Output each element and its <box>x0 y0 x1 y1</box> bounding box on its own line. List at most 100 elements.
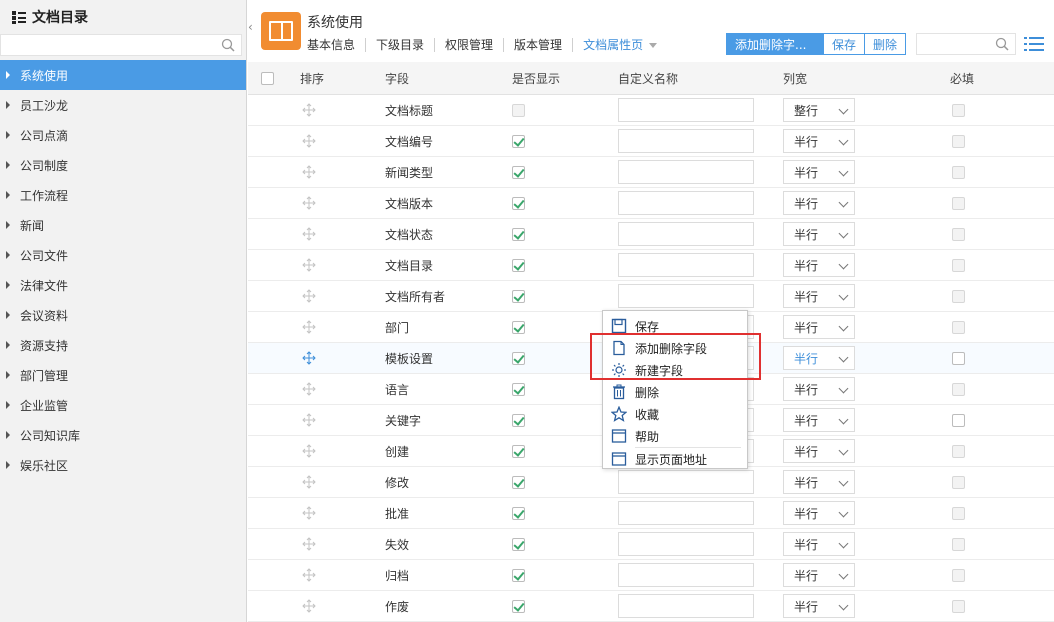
drag-move-icon[interactable] <box>302 537 316 551</box>
column-width-select[interactable]: 半行 <box>783 129 855 153</box>
column-width-select[interactable]: 半行 <box>783 377 855 401</box>
custom-name-input[interactable] <box>618 594 754 618</box>
drag-move-icon[interactable] <box>302 289 316 303</box>
show-checkbox[interactable] <box>512 196 525 210</box>
column-width-select[interactable]: 半行 <box>783 253 855 277</box>
column-width-select[interactable]: 半行 <box>783 191 855 215</box>
drag-move-icon[interactable] <box>302 103 316 117</box>
required-checkbox[interactable] <box>952 351 965 365</box>
sidebar-item[interactable]: 企业监管 <box>0 390 246 420</box>
drag-move-icon[interactable] <box>302 227 316 241</box>
tab[interactable]: 下级目录 <box>365 38 434 52</box>
sidebar-item[interactable]: 公司知识库 <box>0 420 246 450</box>
show-checkbox[interactable] <box>512 537 525 551</box>
column-width-select[interactable]: 半行 <box>783 470 855 494</box>
custom-name-input[interactable] <box>618 563 754 587</box>
required-checkbox[interactable] <box>952 413 965 427</box>
sidebar-item[interactable]: 公司制度 <box>0 150 246 180</box>
custom-name-input[interactable] <box>618 98 754 122</box>
show-checkbox[interactable] <box>512 413 525 427</box>
drag-move-icon[interactable] <box>302 134 316 148</box>
tab[interactable]: 权限管理 <box>434 38 503 52</box>
custom-name-input[interactable] <box>618 470 754 494</box>
sidebar-item[interactable]: 工作流程 <box>0 180 246 210</box>
list-view-icon[interactable] <box>1024 36 1044 52</box>
context-menu-item[interactable]: 删除 <box>603 381 747 403</box>
context-menu-item[interactable]: 显示页面地址 <box>603 448 747 470</box>
sidebar-item[interactable]: 新闻 <box>0 210 246 240</box>
context-menu-item[interactable]: 添加删除字段 <box>603 337 747 359</box>
sidebar-item[interactable]: 娱乐社区 <box>0 450 246 480</box>
column-width-select[interactable]: 半行 <box>783 563 855 587</box>
sidebar-item[interactable]: 公司文件 <box>0 240 246 270</box>
column-width-select[interactable]: 半行 <box>783 284 855 308</box>
drag-move-icon[interactable] <box>302 258 316 272</box>
sidebar-item[interactable]: 员工沙龙 <box>0 90 246 120</box>
drag-move-icon[interactable] <box>302 475 316 489</box>
show-checkbox[interactable] <box>512 506 525 520</box>
drag-move-icon[interactable] <box>302 599 316 613</box>
custom-name-input[interactable] <box>618 129 754 153</box>
sidebar-item[interactable]: 部门管理 <box>0 360 246 390</box>
context-menu-item[interactable]: 收藏 <box>603 403 747 425</box>
drag-move-icon[interactable] <box>302 351 316 365</box>
drag-move-icon[interactable] <box>302 444 316 458</box>
drag-move-icon[interactable] <box>302 165 316 179</box>
search-icon[interactable] <box>221 38 235 52</box>
show-checkbox[interactable] <box>512 289 525 303</box>
column-width-select[interactable]: 半行 <box>783 594 855 618</box>
show-checkbox[interactable] <box>512 134 525 148</box>
select-all-checkbox[interactable] <box>261 71 274 85</box>
show-checkbox[interactable] <box>512 444 525 458</box>
drag-move-icon[interactable] <box>302 382 316 396</box>
collapse-sidebar-icon[interactable]: ‹ <box>248 20 258 40</box>
show-checkbox[interactable] <box>512 227 525 241</box>
show-checkbox[interactable] <box>512 351 525 365</box>
tab[interactable]: 基本信息 <box>307 38 365 52</box>
show-checkbox[interactable] <box>512 599 525 613</box>
delete-button[interactable]: 删除 <box>865 33 907 55</box>
tab[interactable]: 版本管理 <box>503 38 572 52</box>
sidebar-search-input[interactable] <box>1 35 241 55</box>
custom-name-input[interactable] <box>618 284 754 308</box>
sidebar-item[interactable]: 资源支持 <box>0 330 246 360</box>
sidebar-item[interactable]: 系统使用 <box>0 60 246 90</box>
sidebar-item[interactable]: 会议资料 <box>0 300 246 330</box>
save-button[interactable]: 保存 <box>824 33 866 55</box>
custom-name-input[interactable] <box>618 191 754 215</box>
sidebar-item[interactable]: 法律文件 <box>0 270 246 300</box>
drag-move-icon[interactable] <box>302 320 316 334</box>
show-checkbox[interactable] <box>512 258 525 272</box>
column-width-select[interactable]: 半行 <box>783 439 855 463</box>
custom-name-input[interactable] <box>618 160 754 184</box>
context-menu-item[interactable]: 新建字段 <box>603 359 747 381</box>
column-width-select[interactable]: 半行 <box>783 501 855 525</box>
show-checkbox[interactable] <box>512 320 525 334</box>
column-width-select[interactable]: 半行 <box>783 532 855 556</box>
column-width-select[interactable]: 半行 <box>783 408 855 432</box>
drag-move-icon[interactable] <box>302 196 316 210</box>
drag-move-icon[interactable] <box>302 413 316 427</box>
show-checkbox[interactable] <box>512 475 525 489</box>
custom-name-input[interactable] <box>618 222 754 246</box>
column-width-select[interactable]: 半行 <box>783 346 855 370</box>
show-checkbox[interactable] <box>512 568 525 582</box>
drag-move-icon[interactable] <box>302 506 316 520</box>
column-width-select[interactable]: 半行 <box>783 315 855 339</box>
context-menu-item[interactable]: 保存 <box>603 315 747 337</box>
caret-down-icon[interactable] <box>649 43 658 48</box>
add-delete-field-button[interactable]: 添加删除字... <box>726 33 824 55</box>
show-checkbox[interactable] <box>512 165 525 179</box>
column-width-select[interactable]: 整行 <box>783 98 855 122</box>
search-icon[interactable] <box>995 37 1009 51</box>
column-width-select[interactable]: 半行 <box>783 160 855 184</box>
show-checkbox[interactable] <box>512 382 525 396</box>
drag-move-icon[interactable] <box>302 568 316 582</box>
custom-name-input[interactable] <box>618 532 754 556</box>
custom-name-input[interactable] <box>618 253 754 277</box>
context-menu-item[interactable]: 帮助 <box>603 425 747 447</box>
tab[interactable]: 文档属性页 <box>572 38 667 52</box>
column-width-select[interactable]: 半行 <box>783 222 855 246</box>
custom-name-input[interactable] <box>618 501 754 525</box>
sidebar-item[interactable]: 公司点滴 <box>0 120 246 150</box>
